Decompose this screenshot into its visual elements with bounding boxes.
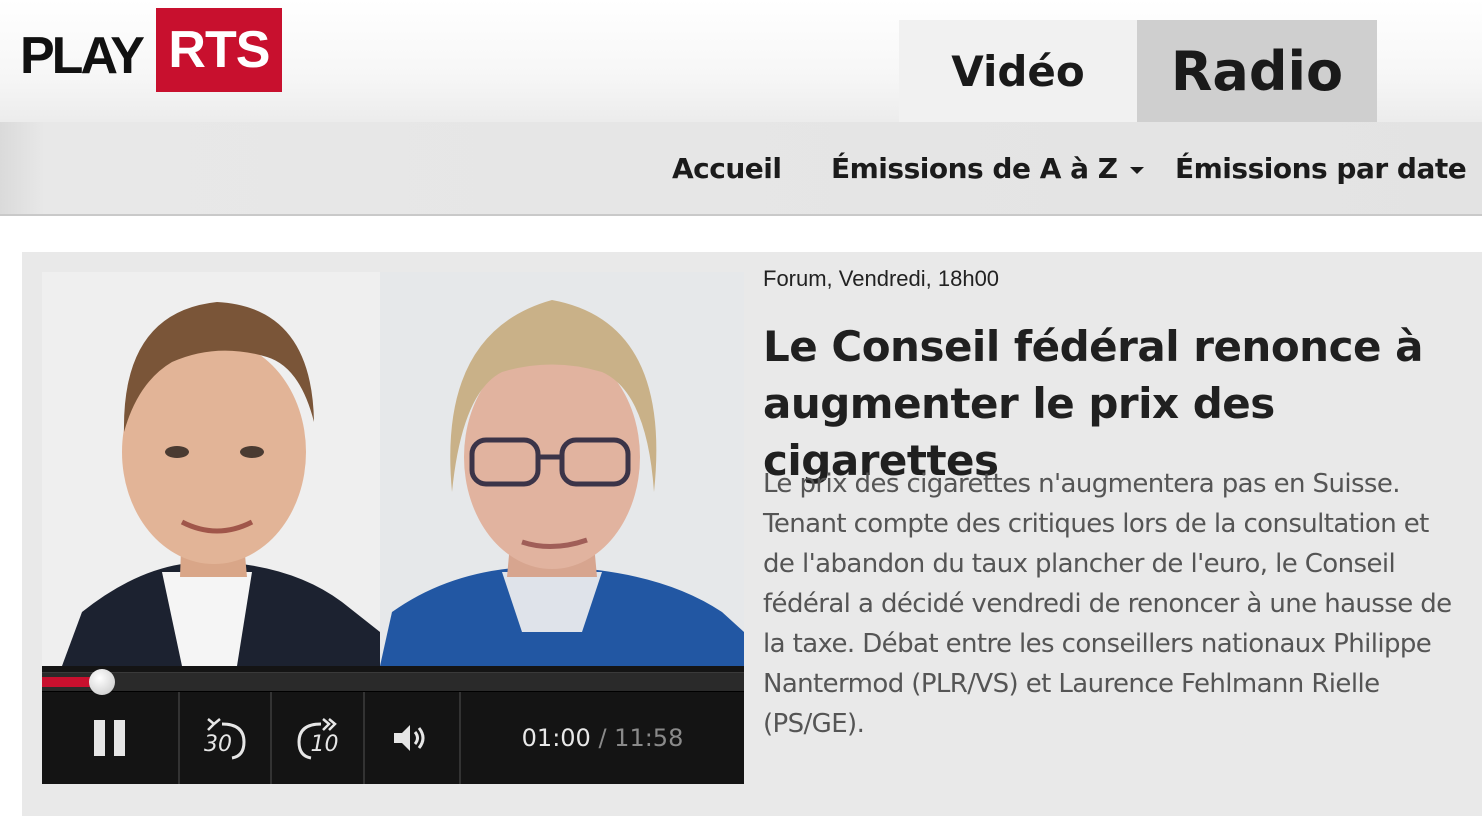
nav-emissions-a-z-label: Émissions de A à Z [831, 152, 1118, 185]
pause-button[interactable] [42, 692, 180, 784]
episode-description: Le prix des cigarettes n'augmentera pas … [763, 469, 1452, 739]
skip-forward-button[interactable]: 10 [272, 692, 365, 784]
time-separator: / [590, 724, 615, 752]
pause-icon [94, 720, 125, 756]
episode-meta: Forum, Vendredi, 18h00 [763, 266, 1000, 291]
episode-thumbnail[interactable] [42, 272, 744, 666]
logo-rts-badge: RTS [155, 8, 282, 92]
sub-navigation: Accueil Émissions de A à Z Émissions par… [0, 122, 1482, 216]
time-display: 01:00 / 11:58 [461, 692, 744, 784]
total-time: 11:58 [614, 724, 684, 752]
chevron-down-icon [1129, 166, 1144, 174]
volume-button[interactable] [365, 692, 461, 784]
fast-forward-icon: 10 [293, 716, 343, 760]
skip-forward-seconds: 10 [310, 732, 339, 757]
audio-player: 30 10 01:00 / 11:58 [42, 666, 744, 784]
nav-emissions-par-date[interactable]: Émissions par date [1175, 152, 1467, 185]
top-header: PLAY RTS Vidéo Radio [0, 0, 1482, 122]
nav-emissions-a-z[interactable]: Émissions de A à Z [831, 152, 1144, 185]
tab-video[interactable]: Vidéo [899, 20, 1137, 122]
current-time: 01:00 [521, 724, 591, 752]
progress-bar[interactable] [42, 669, 744, 695]
play-rts-logo[interactable]: PLAY RTS [20, 8, 282, 92]
tab-radio[interactable]: Radio [1137, 20, 1377, 122]
nav-accueil[interactable]: Accueil [672, 152, 782, 185]
rewind-icon: 30 [200, 716, 250, 760]
skip-back-seconds: 30 [204, 732, 232, 757]
skip-back-button[interactable]: 30 [180, 692, 272, 784]
logo-play-text: PLAY [20, 27, 145, 85]
volume-icon [394, 725, 425, 751]
